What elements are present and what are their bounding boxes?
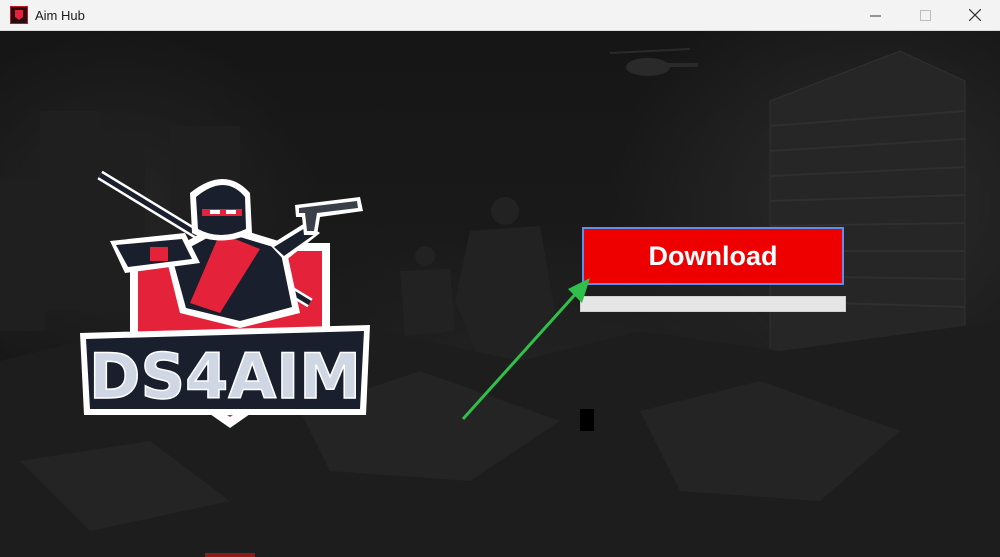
- app-logo-icon: [10, 6, 28, 24]
- main-content: DS4AIM Download: [0, 31, 1000, 557]
- title-bar[interactable]: Aim Hub: [0, 0, 1000, 31]
- app-window: Aim Hub DS4AIM Download: [0, 0, 1000, 557]
- maximize-button[interactable]: [900, 0, 950, 30]
- window-title: Aim Hub: [35, 7, 85, 23]
- minimize-button[interactable]: [850, 0, 900, 30]
- green-arrow-icon: [461, 278, 590, 421]
- close-icon: [969, 9, 981, 21]
- maximize-icon: [919, 9, 931, 21]
- window-controls: [850, 0, 1000, 30]
- minimize-icon: [869, 15, 881, 16]
- close-button[interactable]: [950, 0, 1000, 30]
